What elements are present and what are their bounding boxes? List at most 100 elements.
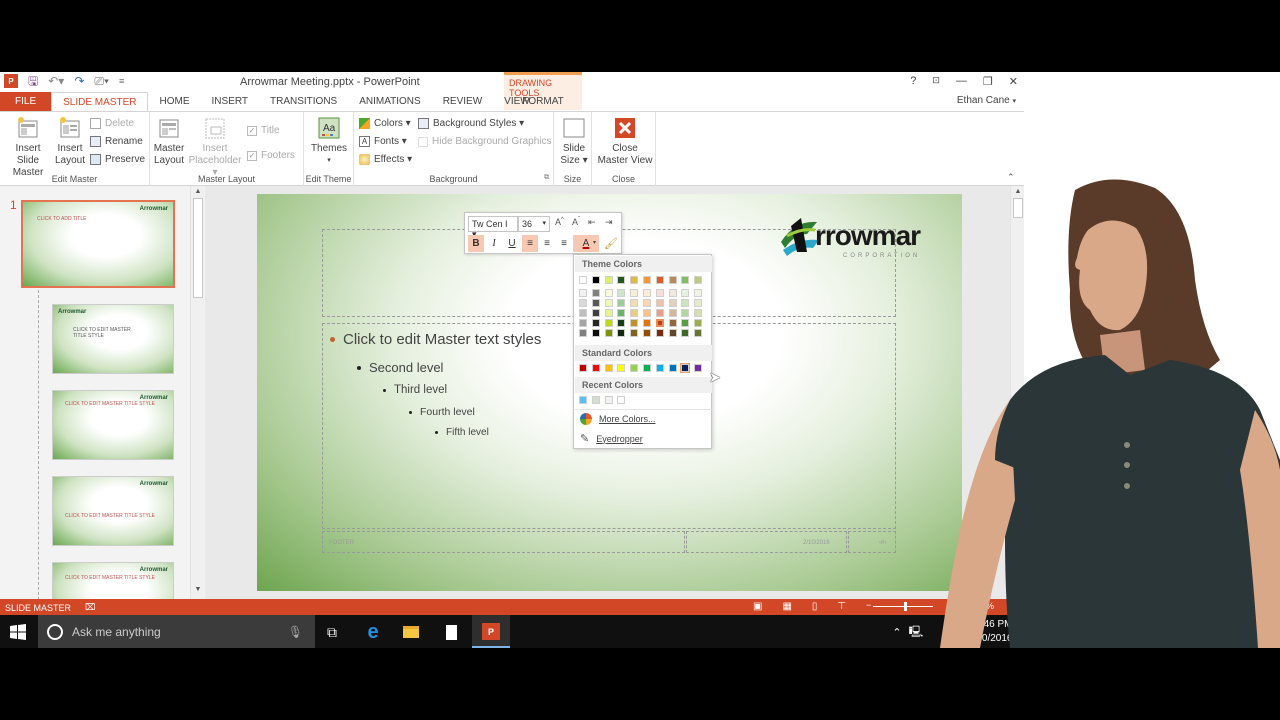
undo-icon[interactable]: ↶▾ [48,74,64,88]
theme-color-swatch[interactable] [630,276,639,284]
standard-color-swatch[interactable] [655,364,664,372]
recent-color-swatch[interactable] [617,396,626,404]
theme-color-shade-swatch[interactable] [668,299,677,307]
theme-color-shade-swatch[interactable] [579,319,587,327]
user-account[interactable]: Ethan Cane ▾ [957,95,1016,106]
background-styles-button[interactable]: Background Styles ▾ [418,118,524,129]
theme-color-shade-swatch[interactable] [604,289,613,297]
edge-browser-icon[interactable]: e [363,621,383,643]
standard-color-swatch[interactable] [668,364,677,372]
theme-color-shade-swatch[interactable] [604,299,613,307]
fonts-button[interactable]: A Fonts ▾ [359,136,407,147]
rename-button[interactable]: Rename [90,136,143,147]
tab-insert[interactable]: INSERT [200,92,259,111]
theme-color-shade-swatch[interactable] [694,319,703,327]
powerpoint-taskbar-button[interactable]: P [472,615,510,648]
theme-color-shade-swatch[interactable] [604,329,613,337]
theme-color-shade-swatch[interactable] [681,309,690,317]
zoom-slider-handle[interactable] [904,602,907,611]
theme-color-shade-swatch[interactable] [643,299,651,307]
reading-view-icon[interactable]: ▯ [812,601,818,612]
ribbon-display-options-icon[interactable]: ⊡ [932,75,940,88]
eyedropper-menu-item[interactable]: ✎ Eyedropper [580,432,643,445]
insert-layout-button[interactable]: Insert Layout [54,116,86,167]
tab-home[interactable]: HOME [148,92,200,111]
colors-button[interactable]: Colors ▾ [359,118,411,129]
scroll-up-icon[interactable]: ▲ [193,188,203,195]
theme-color-shade-swatch[interactable] [591,309,600,317]
effects-button[interactable]: Effects ▾ [359,154,412,165]
align-right-button[interactable]: ≡ [556,235,572,252]
text-level-2[interactable]: Second level [357,360,443,375]
text-level-1[interactable]: Click to edit Master text styles [330,331,541,348]
cortana-search-box[interactable]: Ask me anything 🎙 [38,615,315,648]
theme-color-shade-swatch[interactable] [694,309,703,317]
thumbnail-layout[interactable]: Arrowmar CLICK TO EDIT MASTER TITLE STYL… [52,476,174,546]
theme-color-shade-swatch[interactable] [630,309,639,317]
theme-color-shade-swatch[interactable] [579,299,587,307]
theme-color-shade-swatch[interactable] [643,329,651,337]
text-level-5[interactable]: Fifth level [435,427,489,438]
theme-color-swatch[interactable] [655,276,664,284]
standard-color-swatch[interactable] [694,364,703,372]
theme-color-shade-swatch[interactable] [655,309,664,317]
thumbnail-layout[interactable]: Arrowmar CLICK TO EDIT MASTER TITLE STYL… [52,562,174,599]
increase-font-size-icon[interactable]: A^ [555,217,564,227]
theme-color-shade-swatch[interactable] [579,309,587,317]
tab-slide-master[interactable]: SLIDE MASTER [51,92,149,111]
hide-background-graphics-checkbox[interactable]: Hide Background Graphics [418,136,552,147]
theme-color-shade-swatch[interactable] [681,329,690,337]
footers-checkbox[interactable]: ✓ Footers [247,150,295,161]
standard-color-swatch[interactable] [591,364,600,372]
standard-color-swatch[interactable] [630,364,639,372]
theme-color-shade-swatch[interactable] [655,299,664,307]
theme-color-shade-swatch[interactable] [643,289,651,297]
theme-color-shade-swatch[interactable] [655,289,664,297]
insert-placeholder-button[interactable]: Insert Placeholder ▾ [186,116,244,179]
task-view-icon[interactable]: ⧉ [322,622,342,642]
tab-animations[interactable]: ANIMATIONS [348,92,431,111]
theme-color-shade-swatch[interactable] [591,299,600,307]
theme-color-swatch[interactable] [591,276,600,284]
theme-color-swatch[interactable] [617,276,626,284]
scroll-down-icon[interactable]: ▼ [193,586,203,593]
windows-start-icon[interactable] [10,624,26,640]
close-master-view-button[interactable]: Close Master View [596,116,654,167]
redo-icon[interactable]: ↷ [74,74,84,88]
standard-color-swatch[interactable] [643,364,651,372]
normal-view-icon[interactable]: ▣ [753,601,762,612]
theme-color-shade-swatch[interactable] [604,319,613,327]
theme-color-shade-swatch[interactable] [655,319,664,327]
theme-color-shade-swatch[interactable] [668,319,677,327]
slide-size-button[interactable]: Slide Size ▾ [559,116,589,167]
increase-indent-icon[interactable]: ⇥ [605,217,613,228]
slideshow-icon[interactable]: ⊤ [837,601,846,612]
close-icon[interactable]: ✕ [1009,75,1018,88]
align-center-button[interactable]: ≡ [539,235,555,252]
zoom-slider[interactable] [873,606,933,607]
font-name-box[interactable]: Tw Cen I ▾ [468,216,518,239]
recent-color-swatch[interactable] [604,396,613,404]
restore-icon[interactable]: ❐ [983,75,993,88]
theme-color-swatch[interactable] [681,276,690,284]
standard-color-swatch[interactable] [617,364,626,372]
show-hidden-icons[interactable]: ⌃ [887,622,907,642]
underline-button[interactable]: U [504,235,520,252]
theme-color-swatch[interactable] [604,276,613,284]
theme-color-shade-swatch[interactable] [630,319,639,327]
delete-button[interactable]: Delete [90,118,134,129]
theme-color-shade-swatch[interactable] [694,299,703,307]
theme-color-shade-swatch[interactable] [630,289,639,297]
theme-color-shade-swatch[interactable] [617,319,626,327]
footer-placeholder[interactable] [322,531,685,553]
align-left-button[interactable]: ≡ [522,235,538,252]
spell-check-icon[interactable]: ⌧ [85,602,95,613]
theme-color-shade-swatch[interactable] [617,309,626,317]
zoom-out-icon[interactable]: − [866,600,871,610]
insert-slide-master-button[interactable]: Insert Slide Master [4,116,52,179]
network-icon[interactable]: 🖳 [906,622,926,642]
font-size-box[interactable]: 36 ▾ [518,216,550,232]
master-layout-button[interactable]: Master Layout [153,116,185,167]
thumbnail-slide-master[interactable]: CLICK TO ADD TITLE Arrowmar [21,200,175,288]
theme-color-swatch[interactable] [643,276,651,284]
